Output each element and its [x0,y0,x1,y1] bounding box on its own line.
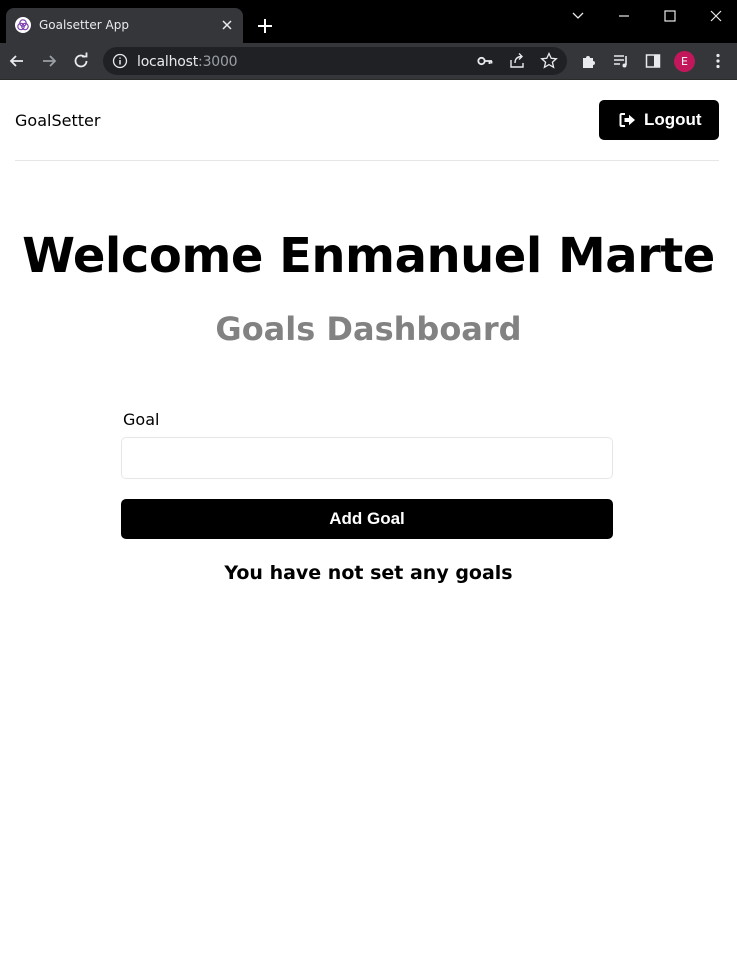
reload-icon[interactable] [71,51,91,71]
goal-label: Goal [123,410,160,429]
empty-goals-message: You have not set any goals [224,562,513,584]
url-port: :3000 [198,54,238,70]
back-icon[interactable] [7,51,27,71]
profile-avatar[interactable]: E [674,51,695,72]
logout-label: Logout [644,110,702,129]
tab-strip: Goalsetter App [0,0,737,43]
add-goal-button[interactable]: Add Goal [121,499,613,539]
share-icon[interactable] [507,51,527,71]
chevron-down-icon[interactable] [568,6,588,26]
site-header: GoalSetter Logout [15,80,719,161]
close-window-icon[interactable] [706,6,726,26]
new-tab-icon[interactable] [256,17,274,35]
welcome-heading: Welcome Enmanuel Marte [22,228,715,284]
close-tab-icon[interactable] [219,17,235,33]
brand-link[interactable]: GoalSetter [15,111,100,130]
side-panel-icon[interactable] [643,51,663,71]
url-text: localhost:3000 [137,54,238,70]
browser-tab[interactable]: Goalsetter App [6,8,243,43]
maximize-icon[interactable] [660,6,680,26]
forward-icon[interactable] [39,51,59,71]
media-icon[interactable] [611,51,631,71]
sign-out-icon [619,112,636,128]
menu-icon[interactable] [708,51,728,71]
browser-chrome: Goalsetter App localhost:3000 E [0,0,737,80]
info-icon[interactable] [112,53,128,69]
star-icon[interactable] [539,51,559,71]
logout-button[interactable]: Logout [599,100,719,140]
key-icon[interactable] [475,51,495,71]
url-host: localhost [137,54,199,70]
dashboard-subtitle: Goals Dashboard [215,310,522,348]
browser-toolbar: localhost:3000 E [0,43,737,80]
extensions-icon[interactable] [579,51,599,71]
tab-title: Goalsetter App [39,18,129,32]
address-bar[interactable]: localhost:3000 [103,47,567,75]
app-favicon-icon [15,17,31,33]
minimize-icon[interactable] [614,6,634,26]
goal-input[interactable] [121,437,613,479]
